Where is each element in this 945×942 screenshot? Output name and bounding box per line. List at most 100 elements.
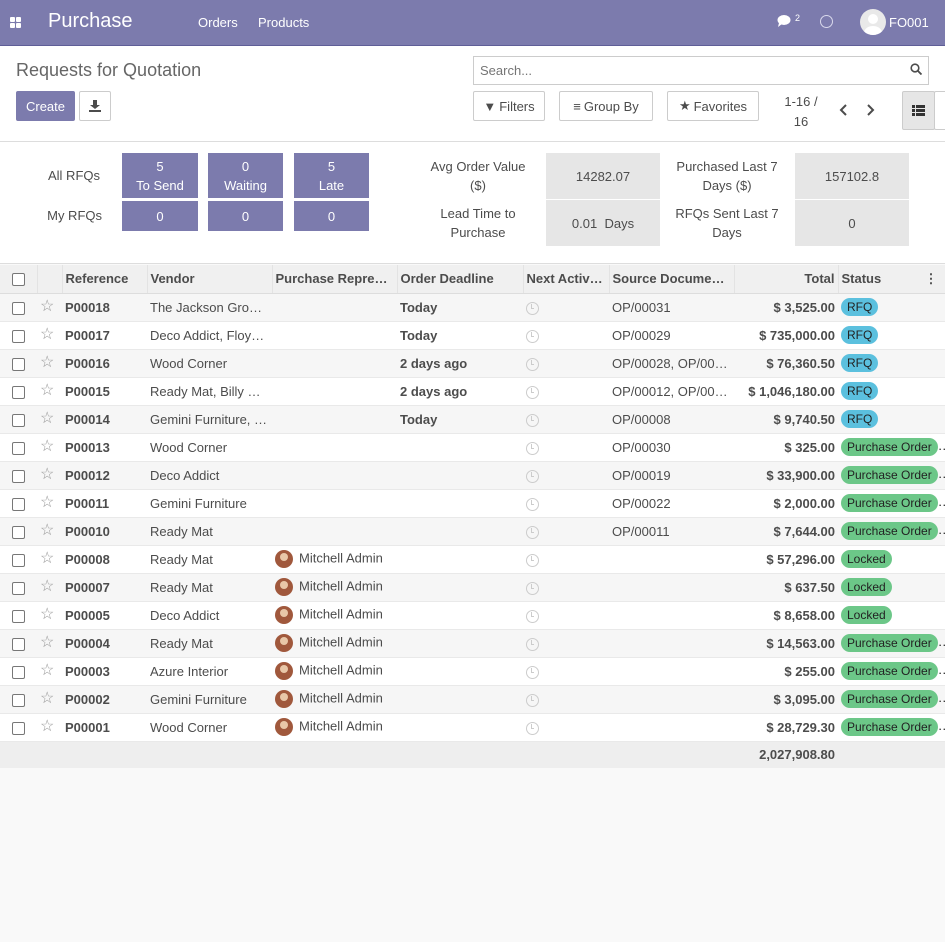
row-checkbox[interactable] <box>12 357 25 371</box>
chat-icon[interactable] <box>777 14 793 28</box>
download-button[interactable] <box>79 91 111 121</box>
clock-icon[interactable] <box>526 329 539 343</box>
clock-icon[interactable] <box>526 357 539 371</box>
star-icon[interactable]: ☆ <box>40 382 54 399</box>
star-icon[interactable]: ☆ <box>40 298 54 315</box>
row-checkbox[interactable] <box>12 497 25 511</box>
row-checkbox[interactable] <box>12 609 25 623</box>
star-icon[interactable]: ☆ <box>40 438 54 455</box>
star-icon[interactable]: ☆ <box>40 578 54 595</box>
vendor-cell: Azure Interior <box>147 657 272 686</box>
row-checkbox[interactable] <box>12 553 25 567</box>
column-total[interactable]: Total <box>734 265 839 294</box>
column-reference[interactable]: Reference <box>62 265 148 294</box>
clock-icon[interactable] <box>526 385 539 399</box>
user-avatar[interactable] <box>860 9 886 35</box>
row-checkbox[interactable] <box>12 469 25 483</box>
my-late-tile[interactable]: 0 <box>294 201 369 231</box>
table-row[interactable]: ☆ P00002 Gemini Furniture Mitchell Admin $ 3… <box>0 685 945 714</box>
column-status[interactable]: Status ⋮ <box>838 265 945 294</box>
row-checkbox[interactable] <box>12 329 25 343</box>
table-row[interactable]: ☆ P00014 Gemini Furniture, … Today OP/00008 $… <box>0 405 945 434</box>
clock-icon[interactable] <box>526 469 539 483</box>
search-icon[interactable] <box>910 63 922 75</box>
star-icon[interactable]: ☆ <box>40 410 54 427</box>
table-row[interactable]: ☆ P00005 Deco Addict Mitchell Admin $ 8,658.… <box>0 601 945 630</box>
clock-icon[interactable] <box>526 497 539 511</box>
all-waiting-tile[interactable]: 0 Waiting <box>208 153 283 198</box>
menu-orders[interactable]: Orders <box>198 15 238 30</box>
table-row[interactable]: ☆ P00015 Ready Mat, Billy … 2 days ago OP/00… <box>0 377 945 406</box>
clock-icon[interactable] <box>526 553 539 567</box>
column-order-deadline[interactable]: Order Deadline <box>397 265 524 294</box>
list-view-button[interactable] <box>902 91 935 130</box>
row-checkbox[interactable] <box>12 413 25 427</box>
row-checkbox[interactable] <box>12 581 25 595</box>
star-icon[interactable]: ☆ <box>40 522 54 539</box>
row-checkbox[interactable] <box>12 385 25 399</box>
clock-icon[interactable] <box>526 525 539 539</box>
row-checkbox[interactable] <box>12 721 25 735</box>
star-icon[interactable]: ☆ <box>40 354 54 371</box>
pager-previous-icon[interactable] <box>838 104 848 116</box>
clock-icon[interactable] <box>526 693 539 707</box>
search-input[interactable] <box>474 57 894 84</box>
clock-icon[interactable] <box>526 581 539 595</box>
star-icon[interactable]: ☆ <box>40 606 54 623</box>
table-row[interactable]: ☆ P00012 Deco Addict OP/00019 $ 33,900.00 Pur… <box>0 461 945 490</box>
table-row[interactable]: ☆ P00007 Ready Mat Mitchell Admin $ 637.50 Lo… <box>0 573 945 602</box>
row-checkbox[interactable] <box>12 637 25 651</box>
star-icon[interactable]: ☆ <box>40 690 54 707</box>
user-name[interactable]: FO001 <box>889 15 929 30</box>
my-to-send-tile[interactable]: 0 <box>122 201 198 231</box>
groupby-button[interactable]: ≡ Group By <box>559 91 653 121</box>
row-checkbox[interactable] <box>12 525 25 539</box>
star-icon[interactable]: ☆ <box>40 466 54 483</box>
star-icon[interactable]: ☆ <box>40 634 54 651</box>
table-row[interactable]: ☆ P00003 Azure Interior Mitchell Admin $ 255… <box>0 657 945 686</box>
all-to-send-tile[interactable]: 5 To Send <box>122 153 198 198</box>
clock-icon[interactable] <box>526 609 539 623</box>
star-icon[interactable]: ☆ <box>40 718 54 735</box>
optional-columns-icon[interactable]: ⋮ <box>925 271 938 287</box>
row-checkbox[interactable] <box>12 301 25 315</box>
apps-menu-icon[interactable] <box>10 16 23 29</box>
pager-value[interactable]: 1-16 / 16 <box>778 92 824 132</box>
row-checkbox[interactable] <box>12 441 25 455</box>
clock-icon[interactable] <box>526 637 539 651</box>
my-waiting-tile[interactable]: 0 <box>208 201 283 231</box>
table-row[interactable]: ☆ P00011 Gemini Furniture OP/00022 $ 2,000.0… <box>0 489 945 518</box>
clock-icon[interactable] <box>526 413 539 427</box>
row-checkbox[interactable] <box>12 693 25 707</box>
star-icon[interactable]: ☆ <box>40 494 54 511</box>
activity-clock-icon[interactable] <box>820 15 833 28</box>
star-icon[interactable]: ☆ <box>40 662 54 679</box>
column-next-activity[interactable]: Next Activ… <box>523 265 610 294</box>
filters-button[interactable]: ▼ Filters <box>473 91 545 121</box>
favorites-button[interactable]: ★ Favorites <box>667 91 759 121</box>
table-row[interactable]: ☆ P00010 Ready Mat OP/00011 $ 7,644.00 Purcha… <box>0 517 945 546</box>
table-row[interactable]: ☆ P00018 The Jackson Gro… Today OP/00031 $ 3,… <box>0 293 945 322</box>
kanban-view-button[interactable] <box>934 91 945 130</box>
table-row[interactable]: ☆ P00008 Ready Mat Mitchell Admin $ 57,296.0… <box>0 545 945 574</box>
star-icon[interactable]: ☆ <box>40 326 54 343</box>
clock-icon[interactable] <box>526 665 539 679</box>
all-late-tile[interactable]: 5 Late <box>294 153 369 198</box>
table-row[interactable]: ☆ P00017 Deco Addict, Floy… Today OP/00029 $ … <box>0 321 945 350</box>
clock-icon[interactable] <box>526 441 539 455</box>
clock-icon[interactable] <box>526 301 539 315</box>
table-row[interactable]: ☆ P00001 Wood Corner Mitchell Admin $ 28,729… <box>0 713 945 742</box>
create-button[interactable]: Create <box>16 91 75 121</box>
select-all-checkbox[interactable] <box>11 273 25 287</box>
pager-next-icon[interactable] <box>866 104 876 116</box>
table-row[interactable]: ☆ P00016 Wood Corner 2 days ago OP/00028, OP… <box>0 349 945 378</box>
column-vendor[interactable]: Vendor <box>147 265 273 294</box>
clock-icon[interactable] <box>526 721 539 735</box>
column-purchase-representative[interactable]: Purchase Repre… <box>272 265 398 294</box>
table-row[interactable]: ☆ P00013 Wood Corner OP/00030 $ 325.00 Purcha… <box>0 433 945 462</box>
menu-products[interactable]: Products <box>258 15 309 30</box>
column-source-document[interactable]: Source Docume… <box>609 265 735 294</box>
star-icon[interactable]: ☆ <box>40 550 54 567</box>
table-row[interactable]: ☆ P00004 Ready Mat Mitchell Admin $ 14,563.0… <box>0 629 945 658</box>
row-checkbox[interactable] <box>12 665 25 679</box>
